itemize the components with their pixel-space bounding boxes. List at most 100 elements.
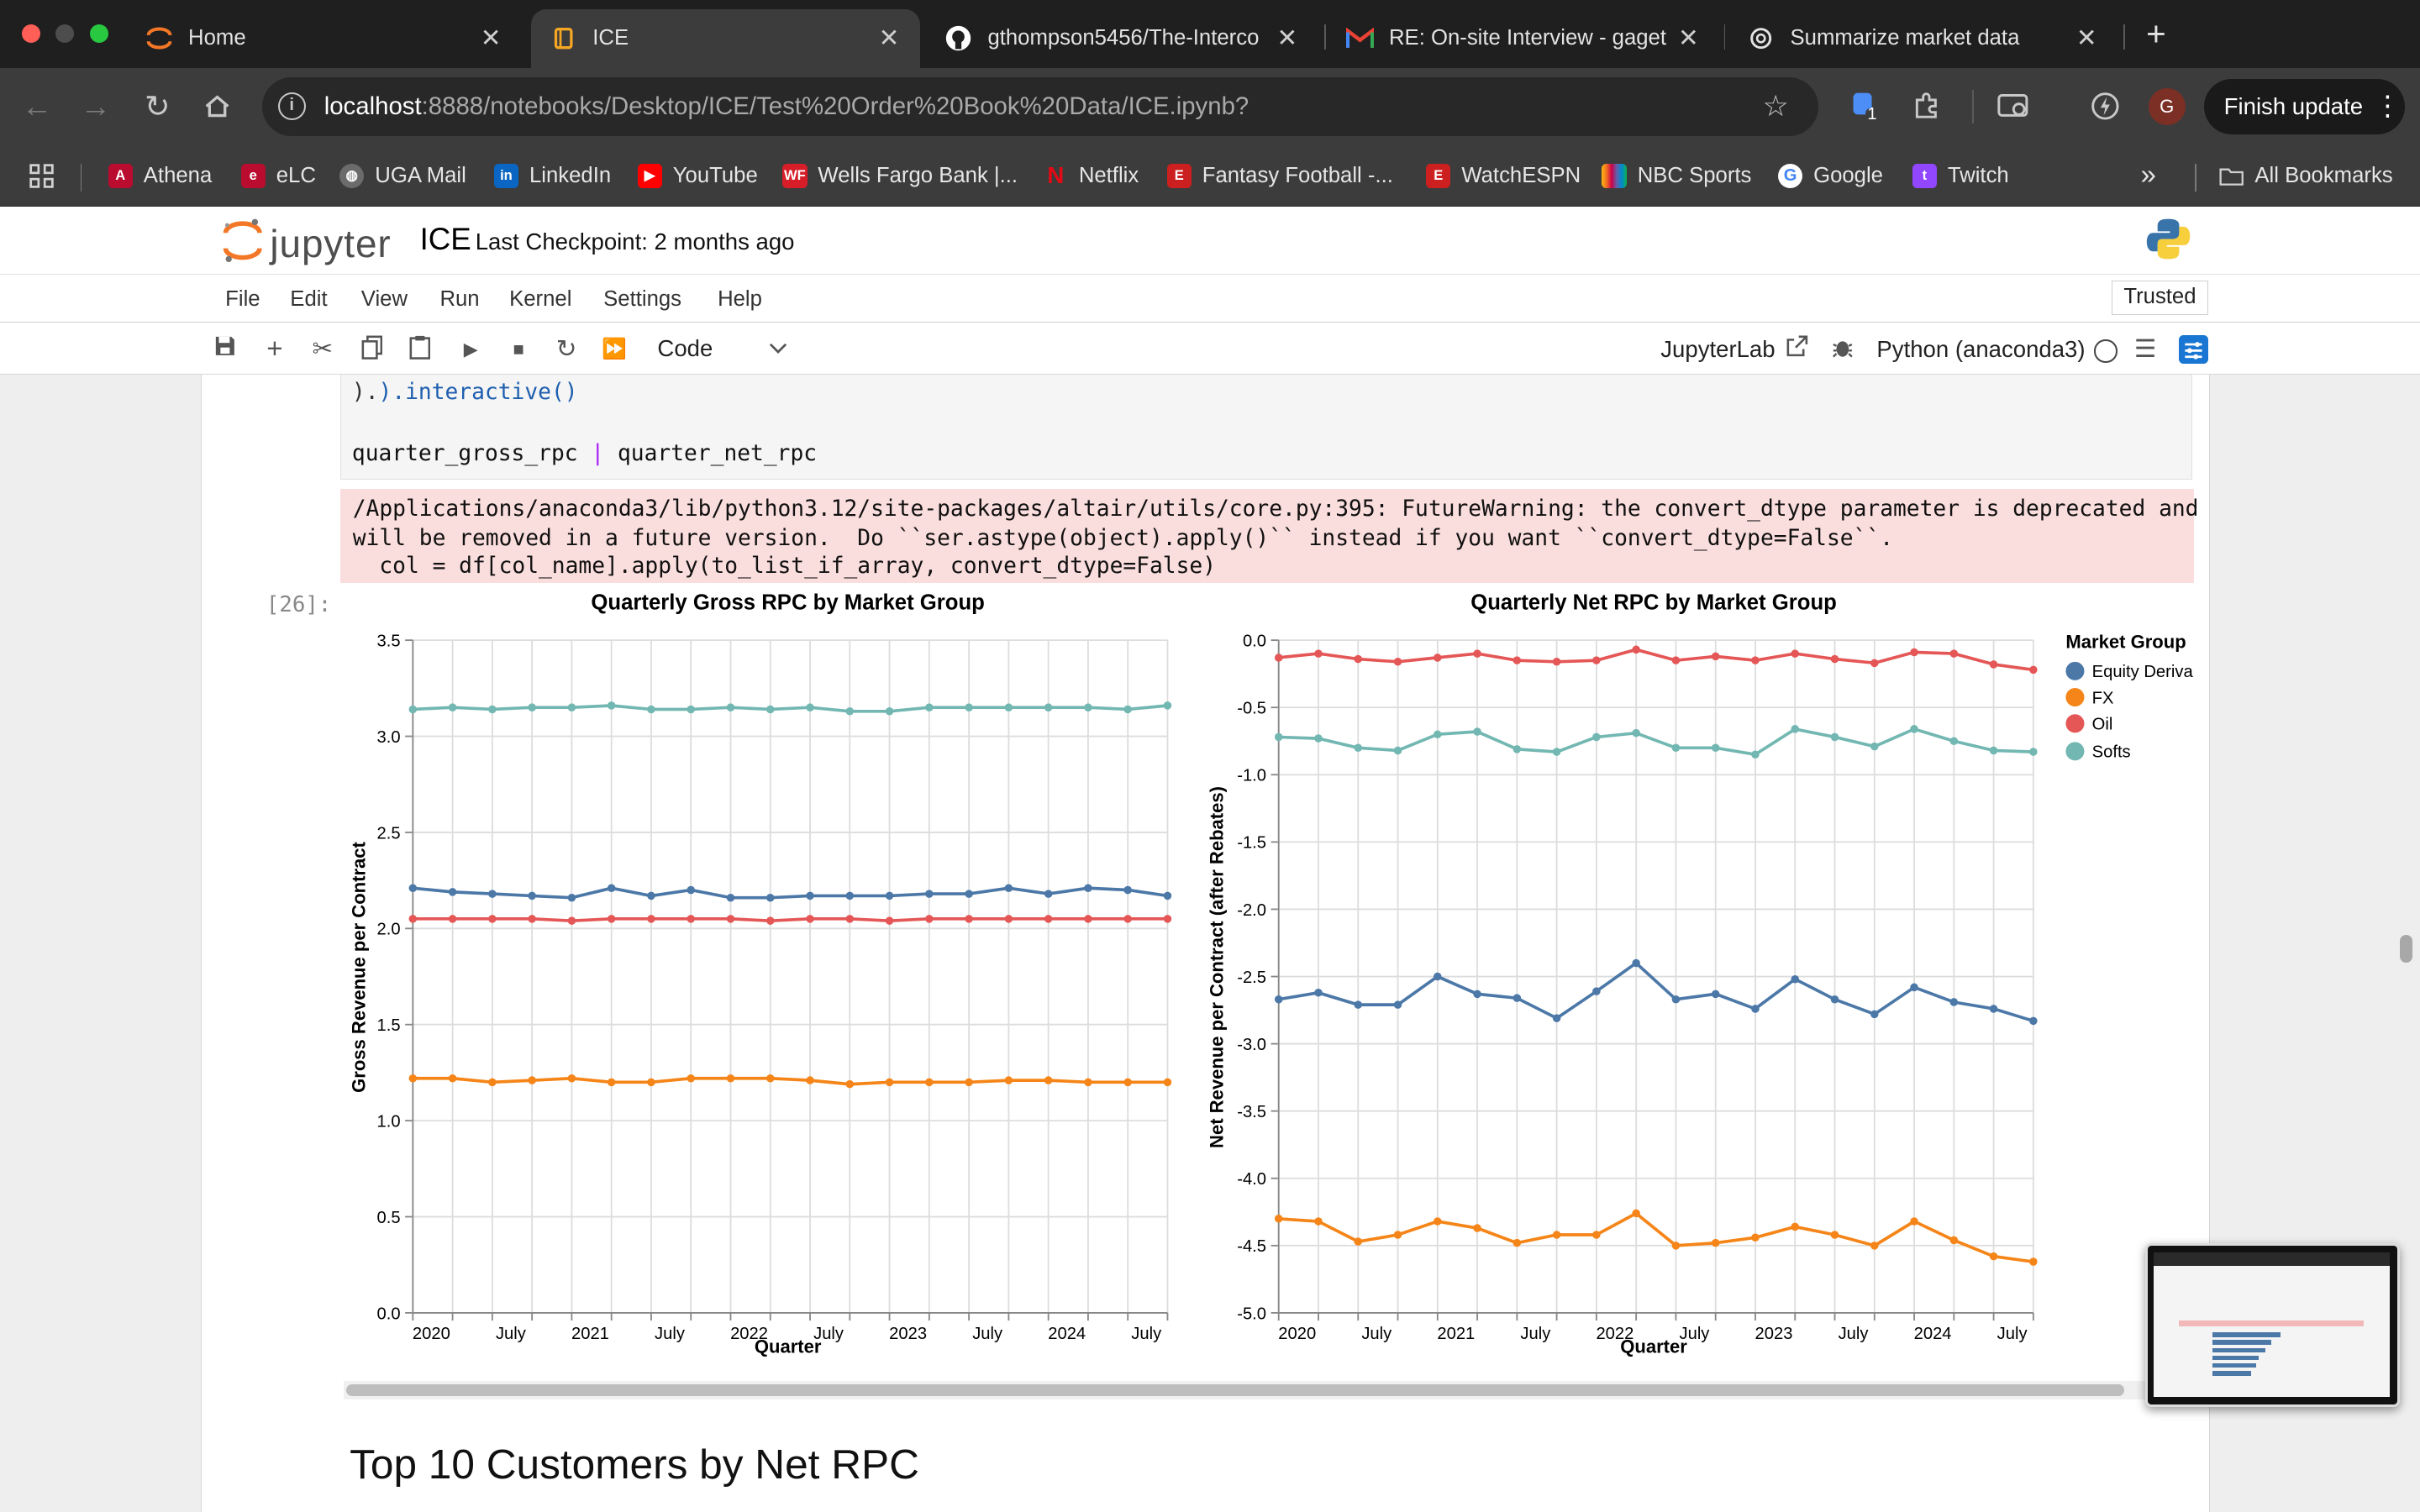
extensions-puzzle-icon[interactable] <box>1907 88 1944 125</box>
property-inspector-icon[interactable] <box>2179 334 2209 365</box>
net-series-line-fx <box>1278 1211 2034 1264</box>
new-tab-icon[interactable]: + <box>2139 14 2173 55</box>
site-info-icon[interactable]: i <box>277 92 306 121</box>
net-x-tick-label: 2024 <box>1914 1325 1952 1343</box>
list-menu-icon[interactable]: ☰ <box>2131 335 2159 363</box>
gross-point-oil <box>687 915 696 923</box>
open-in-jupyterlab-button[interactable]: JupyterLab <box>1660 335 1808 366</box>
legend-swatch-fx <box>2065 688 2085 707</box>
menu-settings[interactable]: Settings <box>603 287 681 312</box>
performance-icon[interactable] <box>2086 88 2123 125</box>
jupyterlab-label: JupyterLab <box>1660 335 1776 362</box>
run-cell-icon[interactable]: ▶ <box>457 335 485 363</box>
copy-icon[interactable] <box>358 335 386 363</box>
net-point-equity-derivatives <box>1314 989 1323 997</box>
close-tab-icon[interactable]: ✕ <box>2075 24 2099 53</box>
bookmark-wells-fargo[interactable]: WF Wells Fargo Bank |... <box>782 160 1018 192</box>
bookmark-elc[interactable]: e eLC <box>240 160 316 192</box>
gross-point-oil <box>766 916 775 926</box>
gross-x-tick-label: July <box>972 1325 1003 1343</box>
bookmark-athena[interactable]: A Athena <box>108 160 212 192</box>
bookmark-twitch[interactable]: t Twitch <box>1912 160 2009 192</box>
cut-icon[interactable]: ✂ <box>308 335 336 363</box>
browser-toolbar: ← → ↻ i localhost:8888/notebooks/Desktop… <box>0 67 2420 145</box>
cell-type-dropdown[interactable]: Code <box>645 330 797 367</box>
menu-help[interactable]: Help <box>718 287 762 312</box>
browser-tab-gmail[interactable]: RE: On-site Interview - gaget ✕ <box>1328 9 1720 68</box>
bookmarks-separator <box>2194 163 2196 192</box>
bookmark-google[interactable]: G Google <box>1777 160 1883 192</box>
bookmark-star-icon[interactable]: ☆ <box>1763 90 1789 123</box>
close-window-icon[interactable] <box>21 24 40 44</box>
code-line: ).).interactive() <box>351 379 578 405</box>
horizontal-scrollbar[interactable] <box>343 1380 2196 1399</box>
all-bookmarks-folder[interactable]: All Bookmarks <box>2219 160 2393 192</box>
notebook-name[interactable]: ICE <box>420 222 471 257</box>
menu-view[interactable]: View <box>361 287 408 312</box>
bookmark-linkedin[interactable]: in LinkedIn <box>493 160 611 192</box>
paste-icon[interactable] <box>406 335 434 363</box>
net-point-oil <box>1552 658 1561 666</box>
back-arrow-icon[interactable]: ← <box>18 88 55 125</box>
forward-arrow-icon[interactable]: → <box>77 88 114 125</box>
apps-grid-icon[interactable] <box>28 160 55 192</box>
gross-point-softs <box>726 703 735 712</box>
net-point-oil <box>1434 654 1442 662</box>
menu-file[interactable]: File <box>225 287 260 312</box>
save-icon[interactable] <box>212 335 239 363</box>
close-tab-icon[interactable]: ✕ <box>478 24 502 53</box>
browser-tab-home[interactable]: Home ✕ <box>127 9 522 68</box>
bookmark-uga-mail[interactable]: ◍ UGA Mail <box>339 160 466 192</box>
add-cell-icon[interactable]: + <box>260 335 288 363</box>
horizontal-scrollbar-thumb[interactable] <box>346 1383 2125 1397</box>
net-point-equity-derivatives <box>1592 987 1601 996</box>
bookmark-fantasy-football[interactable]: E Fantasy Football -... <box>1166 160 1393 192</box>
tab-search-icon[interactable] <box>1996 88 2033 125</box>
minimize-window-icon[interactable] <box>55 24 75 44</box>
menu-run[interactable]: Run <box>439 287 479 312</box>
net-point-softs <box>1711 743 1720 753</box>
trusted-indicator[interactable]: Trusted <box>2111 281 2209 315</box>
net-y-tick-label: -1.5 <box>1237 834 1266 853</box>
gross-point-fx <box>1044 1076 1053 1084</box>
vertical-scrollbar-thumb[interactable] <box>2400 935 2412 963</box>
kernel-name[interactable]: Python (anaconda3) <box>1876 336 2085 363</box>
gross-point-equity-derivatives <box>528 891 536 900</box>
debugger-bug-icon[interactable] <box>1828 335 1856 363</box>
net-x-tick-label: July <box>1839 1325 1870 1343</box>
bookmarks-overflow-icon[interactable]: » <box>2141 160 2156 192</box>
menu-kernel[interactable]: Kernel <box>509 287 571 312</box>
gross-point-fx <box>687 1074 696 1083</box>
bookmark-netflix[interactable]: N Netflix <box>1044 160 1139 192</box>
net-point-equity-derivatives <box>1434 972 1442 981</box>
code-cell-input[interactable]: ).).interactive() quarter_gross_rpc | qu… <box>340 375 2193 480</box>
address-bar[interactable]: i localhost:8888/notebooks/Desktop/ICE/T… <box>262 76 1818 136</box>
extension-badge-icon[interactable]: 1 <box>1849 90 1886 127</box>
restart-kernel-icon[interactable]: ↻ <box>553 335 581 363</box>
home-icon[interactable] <box>199 88 236 125</box>
tab-label: ICE <box>592 26 629 50</box>
net-point-fx <box>1354 1237 1363 1246</box>
finish-update-button[interactable]: Finish update ⋮ <box>2203 78 2405 134</box>
jupyter-logo[interactable]: jupyter <box>221 216 406 268</box>
reload-icon[interactable]: ↻ <box>139 88 176 125</box>
menu-edit[interactable]: Edit <box>290 287 327 312</box>
gross-point-fx <box>567 1074 576 1083</box>
close-tab-icon[interactable]: ✕ <box>876 24 901 53</box>
close-tab-icon[interactable]: ✕ <box>1275 24 1299 53</box>
profile-avatar[interactable]: G <box>2148 87 2186 125</box>
book-icon <box>550 24 577 52</box>
maximize-window-icon[interactable] <box>89 24 108 44</box>
bookmark-youtube[interactable]: ▶ YouTube <box>637 160 758 192</box>
browser-tab-chatgpt[interactable]: Summarize market data ✕ <box>1728 9 2118 68</box>
close-tab-icon[interactable]: ✕ <box>1676 24 1701 53</box>
browser-tab-ice[interactable]: ICE ✕ <box>530 9 920 68</box>
browser-tab-github[interactable]: gthompson5456/The-Interco ✕ <box>926 9 1318 68</box>
more-menu-icon[interactable]: ⋮ <box>2374 79 2402 134</box>
bookmark-watchespn[interactable]: E WatchESPN <box>1426 160 1581 192</box>
screen-thumbnail-preview[interactable] <box>2145 1243 2401 1408</box>
gross-point-equity-derivatives <box>1163 891 1172 900</box>
restart-run-all-icon[interactable]: ⏩ <box>600 335 628 363</box>
bookmark-nbc-sports[interactable]: NBC Sports <box>1602 160 1751 192</box>
interrupt-kernel-icon[interactable]: ■ <box>505 335 533 363</box>
